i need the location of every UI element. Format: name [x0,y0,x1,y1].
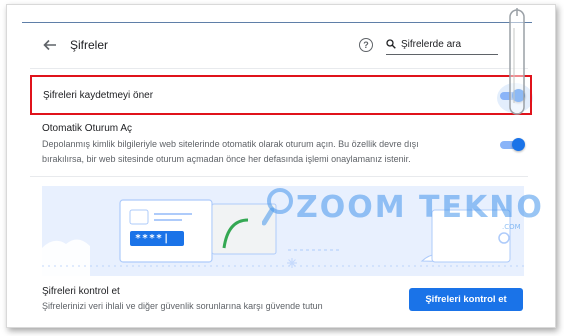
password-check-title: Şifreleri kontrol et [42,286,120,297]
search-icon [386,39,396,49]
search-field[interactable] [386,36,498,55]
check-passwords-button[interactable]: Şifreleri kontrol et [409,288,523,311]
auto-sign-in-description: Depolanmış kimlik bilgileriyle web sitel… [42,139,419,164]
watermark-text: ZOOM TEKNO [296,190,544,225]
arrow-left-icon [43,39,56,51]
page-title: Şifreler [70,38,109,52]
illustration-password-text: ****| [135,233,171,244]
search-input[interactable] [401,36,496,52]
offer-to-save-row[interactable]: Şifreleri kaydetmeyi öner [30,75,532,115]
auto-sign-in-title: Otomatik Oturum Aç [42,123,133,134]
help-circle-icon[interactable]: ? [359,38,373,52]
header-divider [30,68,528,69]
password-check-description: Şifrelerinizi veri ihlali ve diğer güven… [42,301,323,311]
magnifier-overlay-icon [509,8,525,115]
toggle-knob [512,138,525,151]
top-border-line [22,22,532,23]
auto-sign-in-toggle[interactable] [500,138,525,151]
back-button[interactable] [41,36,59,54]
watermark-sub: .COM [502,223,521,231]
offer-to-save-label: Şifreleri kaydetmeyi öner [43,90,154,101]
section-divider [30,176,528,177]
watermark: ZOOM TEKNO .COM [262,183,542,243]
